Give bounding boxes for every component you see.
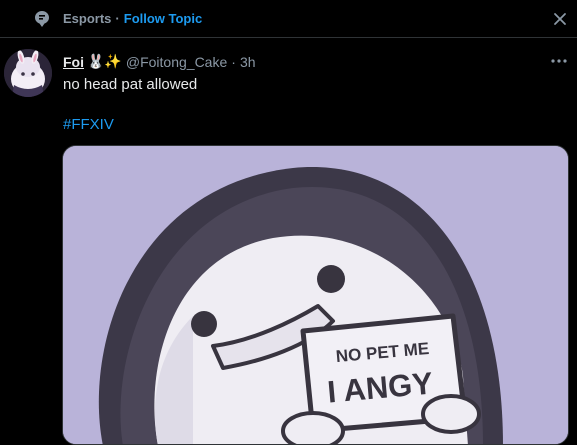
eye-right [317,265,345,293]
topic-separator: · [115,11,120,26]
close-icon[interactable] [551,10,569,28]
topic-label: Esports · Follow Topic [63,11,202,26]
follow-topic-button[interactable]: Follow Topic [124,11,202,26]
name-emojis: 🐰✨ [87,53,122,69]
header-separator: · [231,53,236,70]
eye-left [191,311,217,337]
tweet-image[interactable]: NO PET ME I ANGY [62,145,569,445]
tweet-text: no head pat allowed [63,76,198,93]
display-name[interactable]: Foi [63,54,84,70]
topic-name[interactable]: Esports [63,11,111,26]
topic-icon [35,11,49,27]
user-handle[interactable]: @Foitong_Cake [126,54,227,70]
timestamp[interactable]: 3h [240,54,256,70]
avatar[interactable] [4,49,52,97]
hashtag-link[interactable]: #FFXIV [63,116,114,133]
tweet-header: Foi 🐰✨ @Foitong_Cake · 3h [63,53,256,70]
more-options-icon[interactable] [548,54,570,68]
topic-bar: Esports · Follow Topic [0,0,577,38]
